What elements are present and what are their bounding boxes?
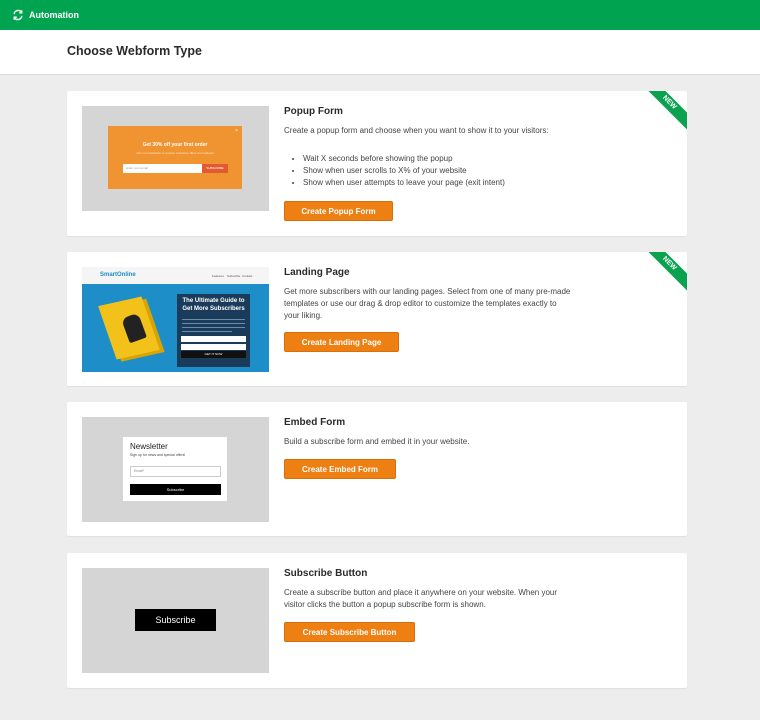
card-description: Get more subscribers with our landing pa…: [284, 287, 571, 320]
create-subscribe-button-button[interactable]: Create Subscribe Button: [284, 622, 415, 642]
landing-preview-header: SmartOnline Features Subscribe Contact: [82, 267, 269, 284]
card-description: Build a subscribe form and embed it in y…: [284, 437, 470, 446]
card-title: Subscribe Button: [284, 568, 368, 579]
landing-preview-logo: SmartOnline: [100, 272, 136, 278]
landing-preview-button: GET IT NOW: [181, 351, 246, 358]
landing-page-preview: SmartOnline Features Subscribe Contact T…: [82, 267, 269, 372]
text-line: [182, 331, 232, 332]
text-line: [182, 323, 245, 324]
embed-form-card: Newsletter Sign up for news and special …: [67, 402, 687, 536]
app-title[interactable]: Automation: [29, 10, 79, 20]
create-embed-form-button[interactable]: Create Embed Form: [284, 459, 396, 479]
subscribe-button-preview: Subscribe: [82, 568, 269, 673]
new-badge: NEW: [636, 91, 687, 136]
landing-preview-nav-item: Subscribe: [227, 274, 241, 278]
landing-preview-name-field: [181, 336, 246, 342]
subscribe-button-card: Subscribe Subscribe Button Create a subs…: [67, 553, 687, 688]
landing-preview: SmartOnline Features Subscribe Contact T…: [82, 267, 269, 372]
new-badge: NEW: [636, 252, 687, 297]
embed-preview-input: Email*: [130, 466, 221, 477]
popup-preview-input: Enter your email: [123, 164, 202, 173]
popup-form-card: NEW × Get 30% off your first order Join …: [67, 91, 687, 236]
card-description: Create a popup form and choose when you …: [284, 126, 549, 135]
card-title: Embed Form: [284, 417, 346, 428]
embed-preview-form: Newsletter Sign up for news and special …: [123, 437, 227, 501]
embed-preview-title: Newsletter: [130, 442, 168, 451]
subscribe-preview-button: Subscribe: [135, 609, 216, 631]
top-bar: Automation: [0, 0, 760, 30]
list-item: Show when user attempts to leave your pa…: [303, 177, 593, 189]
embed-preview-button: Subscribe: [130, 484, 221, 495]
refresh-icon[interactable]: [12, 9, 24, 21]
landing-preview-nav-item: Features: [212, 274, 224, 278]
card-title: Landing Page: [284, 267, 350, 278]
embed-preview-subtitle: Sign up for news and special offers!: [130, 453, 186, 457]
embed-form-preview: Newsletter Sign up for news and special …: [82, 417, 269, 522]
page-title: Choose Webform Type: [67, 44, 202, 58]
landing-preview-nav-item: Contact: [242, 274, 253, 278]
card-title: Popup Form: [284, 106, 343, 117]
popup-options-list: Wait X seconds before showing the popup …: [303, 153, 593, 189]
landing-preview-email-field: [181, 344, 246, 350]
landing-preview-form: The Ultimate Guide to Get More Subscribe…: [177, 294, 250, 367]
page-header: Choose Webform Type: [0, 30, 760, 75]
list-item: Wait X seconds before showing the popup: [303, 153, 593, 165]
create-popup-form-button[interactable]: Create Popup Form: [284, 201, 393, 221]
card-description: Create a subscribe button and place it a…: [284, 588, 558, 609]
popup-preview-box: × Get 30% off your first order Join our …: [108, 126, 242, 189]
popup-preview-button: SUBSCRIBE: [202, 164, 228, 173]
list-item: Show when user scrolls to X% of your web…: [303, 165, 593, 177]
popup-preview-subtext: Join our newsletter to receive exclusive…: [136, 151, 214, 155]
popup-form-preview: × Get 30% off your first order Join our …: [82, 106, 269, 211]
text-line: [182, 319, 245, 320]
text-line: [182, 327, 245, 328]
landing-preview-headline: The Ultimate Guide to Get More Subscribe…: [182, 298, 245, 312]
popup-preview-headline: Get 30% off your first order: [142, 142, 208, 148]
close-icon: ×: [235, 128, 238, 134]
landing-page-card: NEW SmartOnline Features Subscribe Conta…: [67, 252, 687, 386]
create-landing-page-button[interactable]: Create Landing Page: [284, 332, 399, 352]
